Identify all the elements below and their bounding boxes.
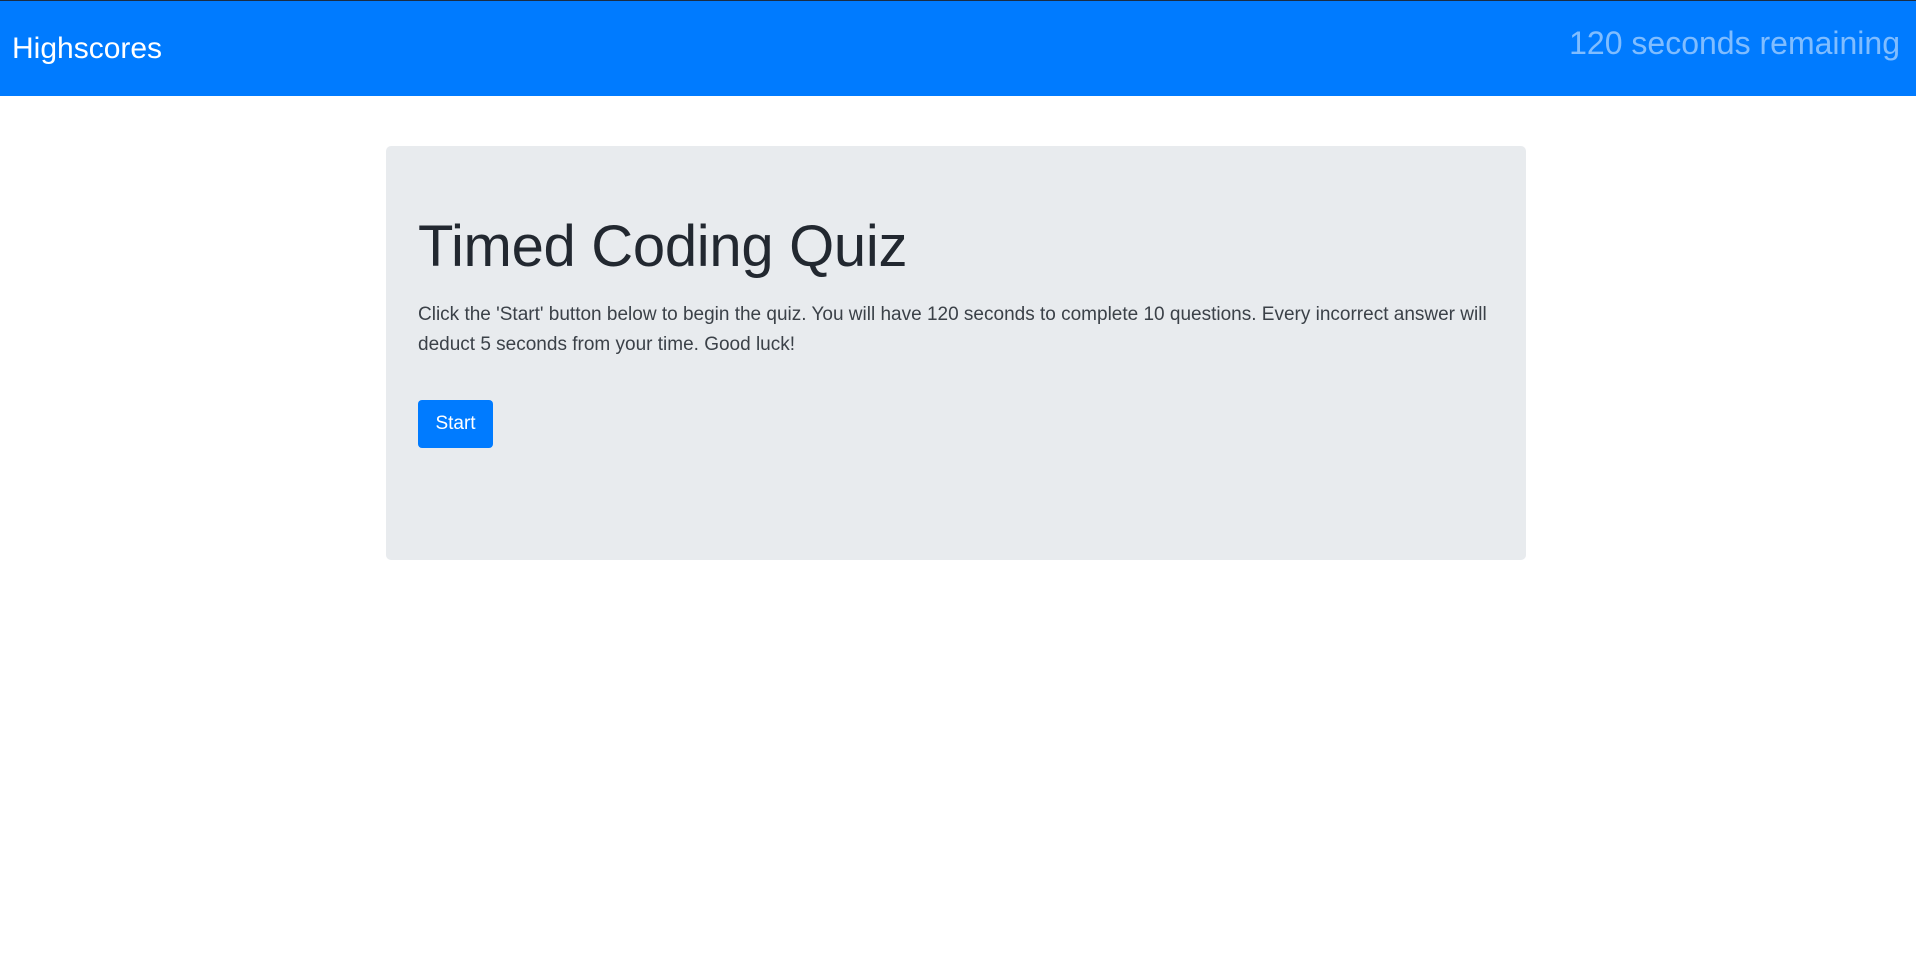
highscores-link[interactable]: Highscores <box>12 31 162 67</box>
timer-text: 120 seconds remaining <box>1569 25 1900 61</box>
quiz-intro-panel: Timed Coding Quiz Click the 'Start' butt… <box>386 146 1526 560</box>
start-button[interactable]: Start <box>418 400 493 448</box>
page-title: Timed Coding Quiz <box>418 214 908 279</box>
quiz-instructions: Click the 'Start' button below to begin … <box>418 304 1487 355</box>
top-navbar: Highscores 120 seconds remaining <box>0 0 1916 96</box>
